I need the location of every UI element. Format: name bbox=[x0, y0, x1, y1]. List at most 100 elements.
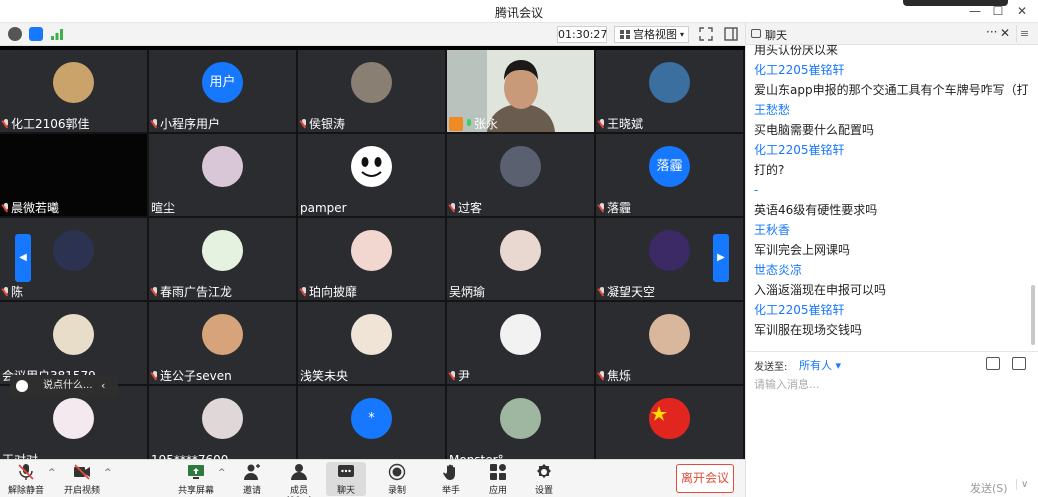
mic-icon bbox=[465, 119, 473, 129]
quick-message-input[interactable]: 说点什么... bbox=[43, 375, 93, 397]
participant-name-text: 吴炳瑜 bbox=[449, 285, 486, 299]
settings-button[interactable]: 设置 bbox=[530, 462, 558, 496]
record-label: 录制 bbox=[387, 486, 406, 496]
participant-name: 暄尘 bbox=[151, 201, 175, 216]
sidebar-toggle-icon[interactable]: ≡ bbox=[1016, 25, 1032, 42]
quick-message-bar[interactable]: 说点什么... ‹ bbox=[10, 375, 118, 397]
layout-icon[interactable] bbox=[724, 27, 738, 41]
members-button[interactable]: 成员(99+) bbox=[278, 462, 320, 497]
participant-tile[interactable]: 侯银涛 bbox=[298, 50, 445, 132]
participant-tile[interactable]: 珀向披靡 bbox=[298, 218, 445, 300]
participant-name: 凝望天空 bbox=[598, 285, 655, 300]
start-video-button[interactable]: 开启视频 bbox=[62, 462, 102, 496]
participant-tile[interactable]: 王晓斌 bbox=[596, 50, 743, 132]
record-icon bbox=[388, 463, 406, 481]
mic-muted-icon bbox=[300, 287, 308, 297]
mute-options-caret[interactable]: ^ bbox=[48, 468, 56, 478]
maximize-button[interactable]: ☐ bbox=[987, 2, 1009, 20]
chat-message-list: 用头认份厌以来‍‍ ‍‍‍‍‍‍‍‍‍‍‍‍‍‍‍‍‍‍‍‍‍‍‍‍‍‍‍‍‍‍… bbox=[746, 45, 1029, 355]
participant-tile[interactable]: 春雨广告江龙 bbox=[149, 218, 296, 300]
window-title: 腾讯会议 bbox=[494, 6, 543, 20]
emoji-icon[interactable] bbox=[16, 380, 28, 392]
avatar bbox=[202, 398, 243, 439]
participant-name: 连公子seven bbox=[151, 369, 232, 384]
apps-icon bbox=[489, 463, 507, 481]
send-to-select[interactable]: 所有人 ▾ bbox=[799, 357, 841, 373]
participant-name-text: 浅笑未央 bbox=[300, 369, 349, 383]
minimize-button[interactable]: — bbox=[964, 2, 986, 20]
raise-hand-label: 举手 bbox=[441, 486, 460, 496]
close-chat-icon[interactable]: ✕ bbox=[1000, 26, 1010, 40]
raise-hand-button[interactable]: 举手 bbox=[436, 462, 466, 496]
share-screen-icon bbox=[187, 463, 205, 481]
record-button[interactable]: 录制 bbox=[382, 462, 412, 496]
participant-tile[interactable]: 焦烁 bbox=[596, 302, 743, 384]
participant-name: 焦烁 bbox=[598, 369, 631, 384]
participant-name-text: 小程序用户 bbox=[160, 117, 221, 131]
mic-muted-icon bbox=[449, 203, 457, 213]
prev-page-arrow[interactable]: ◀ bbox=[15, 234, 31, 282]
participant-name-text: 落霾 bbox=[607, 201, 632, 215]
chat-title: 聊天 bbox=[765, 29, 787, 42]
grid-view-button[interactable]: 宫格视图 ▾ bbox=[614, 26, 689, 43]
chat-label: 聊天 bbox=[336, 486, 355, 496]
mic-muted-icon bbox=[151, 119, 159, 129]
participant-name-text: pamper bbox=[300, 201, 347, 215]
participant-tile[interactable]: 吴炳瑜 bbox=[447, 218, 594, 300]
participant-tile[interactable]: 用户 小程序用户 bbox=[149, 50, 296, 132]
participant-tile[interactable]: 尹 bbox=[447, 302, 594, 384]
participant-name-text: 王晓斌 bbox=[607, 117, 644, 131]
participant-tile[interactable] bbox=[596, 386, 743, 459]
chat-sender-name: 化工2205崔铭轩 bbox=[754, 303, 845, 317]
mic-muted-icon bbox=[151, 287, 159, 297]
participant-tile[interactable]: 暄尘 bbox=[149, 134, 296, 216]
next-page-arrow[interactable]: ▶ bbox=[713, 234, 729, 282]
close-button[interactable]: ✕ bbox=[1011, 2, 1033, 20]
more-options-icon[interactable]: ··· bbox=[986, 25, 997, 39]
fullscreen-icon[interactable] bbox=[699, 27, 713, 41]
participant-tile[interactable]: pamper bbox=[298, 134, 445, 216]
participant-tile[interactable]: 会议用户381579 bbox=[0, 302, 147, 384]
participant-name: 春雨广告江龙 bbox=[151, 285, 232, 300]
chat-button[interactable]: 聊天 bbox=[326, 462, 366, 496]
send-options-icon[interactable]: ∨ bbox=[1016, 479, 1028, 490]
screenshot-icon[interactable] bbox=[1012, 357, 1026, 370]
share-options-caret[interactable]: ^ bbox=[218, 468, 226, 478]
participant-name-text: 春雨广告江龙 bbox=[160, 285, 233, 299]
participant-tile[interactable]: * bbox=[298, 386, 445, 459]
participant-name: 过客 bbox=[449, 201, 482, 216]
participant-name-text: 过客 bbox=[458, 201, 483, 215]
chat-sender-name: 王秋香 bbox=[754, 223, 791, 237]
share-screen-button[interactable]: 共享屏幕 bbox=[176, 462, 216, 496]
shield-icon[interactable] bbox=[29, 27, 43, 41]
participant-tile[interactable]: Monster° bbox=[447, 386, 594, 459]
leave-meeting-button[interactable]: 离开会议 bbox=[676, 464, 734, 493]
participant-tile[interactable]: 落霾 落霾 bbox=[596, 134, 743, 216]
participant-tile[interactable]: 连公子seven bbox=[149, 302, 296, 384]
participant-tile[interactable]: 195****7600 bbox=[149, 386, 296, 459]
video-options-caret[interactable]: ^ bbox=[104, 468, 112, 478]
participant-name-text: 焦烁 bbox=[607, 369, 632, 383]
invite-button[interactable]: 邀请 bbox=[238, 462, 266, 496]
participant-name-text: 张永 bbox=[474, 117, 499, 131]
view-label: 宫格视图 bbox=[633, 28, 677, 41]
participant-tile[interactable]: 浅笑未央 bbox=[298, 302, 445, 384]
unmute-button[interactable]: 解除静音 bbox=[6, 462, 46, 496]
avatar bbox=[53, 398, 94, 439]
send-button[interactable]: 发送(S) bbox=[970, 480, 1008, 496]
chat-scrollbar[interactable] bbox=[1031, 285, 1035, 345]
add-user-icon bbox=[243, 463, 261, 481]
mic-muted-icon bbox=[2, 203, 10, 213]
signal-icon[interactable] bbox=[50, 27, 64, 41]
participant-tile[interactable]: 张永 bbox=[447, 50, 594, 132]
collapse-icon[interactable]: ‹ bbox=[101, 375, 105, 397]
participant-tile[interactable]: 过客 bbox=[447, 134, 594, 216]
chat-input[interactable]: 请输入消息... bbox=[754, 376, 820, 392]
apps-button[interactable]: 应用 bbox=[484, 462, 512, 496]
file-icon[interactable] bbox=[986, 357, 1000, 370]
participant-tile[interactable]: 晨微若曦 bbox=[0, 134, 147, 216]
mic-muted-icon bbox=[2, 287, 10, 297]
host-badge-icon bbox=[449, 117, 463, 131]
info-icon[interactable] bbox=[8, 27, 22, 41]
participant-tile[interactable]: 化工2106郭佳 bbox=[0, 50, 147, 132]
